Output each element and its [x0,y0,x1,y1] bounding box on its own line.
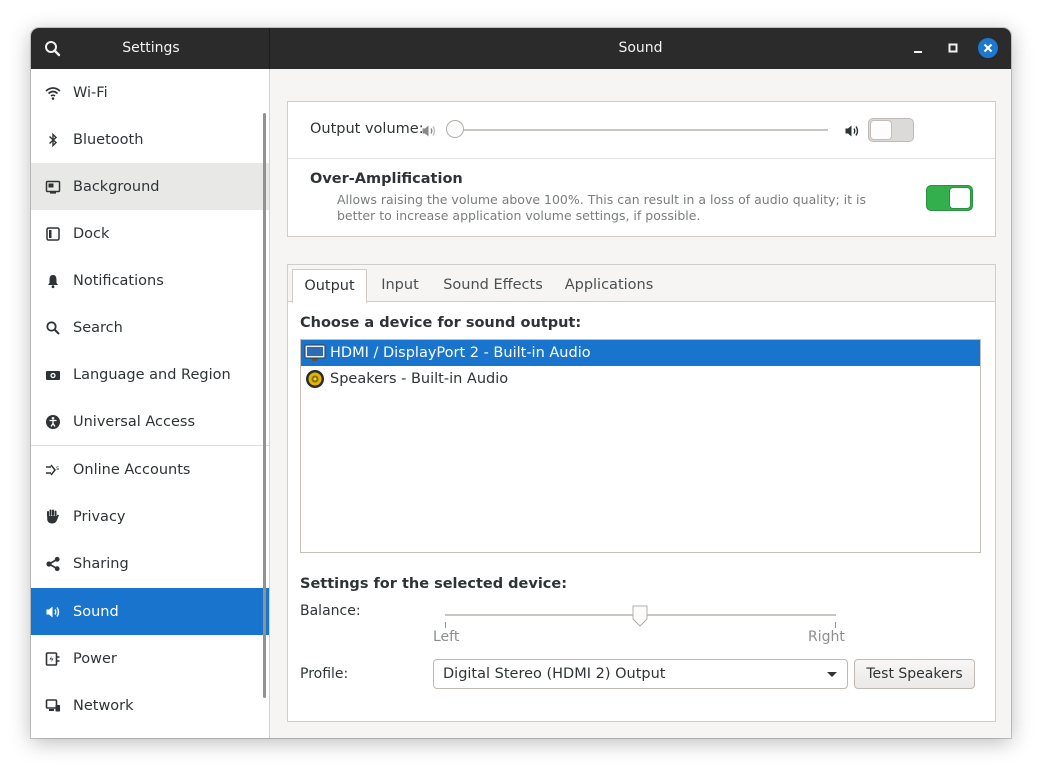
search-icon [44,319,62,337]
sidebar-item-notifications[interactable]: Notifications [31,257,269,304]
bell-icon [44,272,62,290]
online-accounts-icon: s [44,461,62,479]
sidebar-item-background[interactable]: Background [31,163,269,210]
balance-right-label: Right [808,629,845,645]
sidebar-item-label: Universal Access [73,413,196,430]
output-volume-track[interactable] [448,129,828,131]
device-label: HDMI / DisplayPort 2 - Built-in Audio [330,345,591,361]
sidebar-item-search[interactable]: Search [31,304,269,351]
maximize-button[interactable] [943,38,963,58]
output-device-list: HDMI / DisplayPort 2 - Built-in Audio Sp… [300,339,981,553]
sidebar-item-label: Sound [73,603,119,620]
row-separator [288,158,995,159]
test-speakers-button[interactable]: Test Speakers [854,659,975,689]
sidebar-item-label: Bluetooth [73,131,144,148]
sidebar-item-label: Dock [73,225,110,242]
tab-sound-effects[interactable]: Sound Effects [436,269,550,301]
sidebar-item-label: Network [73,697,134,714]
sidebar-item-language-and-region[interactable]: Language and Region [31,351,269,398]
device-row-hdmi[interactable]: HDMI / DisplayPort 2 - Built-in Audio [301,340,980,366]
search-button[interactable] [43,39,63,59]
toggle-knob [949,187,971,209]
profile-label: Profile: [300,666,349,682]
sidebar-title: Settings [122,40,180,56]
svg-text:s: s [56,465,59,472]
sidebar-item-wifi[interactable]: Wi-Fi [31,69,269,116]
minimize-button[interactable] [908,38,928,58]
network-icon [44,697,62,715]
maximize-icon [948,43,958,53]
balance-label: Balance: [300,603,361,619]
hand-icon [44,508,62,526]
sidebar-item-label: Language and Region [73,366,231,383]
sidebar-item-label: Sharing [73,555,129,572]
speaker-icon [44,603,62,621]
device-label: Speakers - Built-in Audio [330,371,509,387]
balance-left-label: Left [433,629,460,645]
output-mute-toggle[interactable] [868,118,914,142]
output-volume-slider[interactable] [446,120,464,138]
output-volume-label: Output volume: [310,121,424,137]
volume-low-icon [421,123,437,143]
sidebar-item-bluetooth[interactable]: Bluetooth [31,116,269,163]
balance-tick-right [835,622,836,628]
speaker-device-icon [304,369,326,389]
sidebar-item-dock[interactable]: Dock [31,210,269,257]
tab-input[interactable]: Input [372,269,428,301]
sidebar-item-sound[interactable]: Sound [31,588,269,635]
chevron-down-icon [827,672,837,677]
sidebar-item-label: Background [73,178,160,195]
sidebar-header: Settings [31,28,270,69]
over-amplification-description: Allows raising the volume above 100%. Th… [337,192,867,223]
camera-icon [44,366,62,384]
volume-frame: Output volume: Over-Amplification Allows… [287,101,996,237]
background-icon [44,178,62,196]
dock-icon [44,225,62,243]
sidebar: Wi-Fi Bluetooth Background Dock Notifica… [31,69,270,738]
toggle-knob [870,120,892,140]
sidebar-item-privacy[interactable]: Privacy [31,493,269,540]
sidebar-item-sharing[interactable]: Sharing [31,540,269,587]
choose-device-title: Choose a device for sound output: [300,315,582,331]
monitor-icon [304,343,326,363]
sidebar-item-label: Notifications [73,272,164,289]
settings-window: Settings Sound Wi-Fi Bluetooth Backgroun… [31,28,1011,738]
sidebar-item-label: Privacy [73,508,126,525]
bluetooth-icon [44,131,62,149]
tab-output[interactable]: Output [292,269,367,303]
tab-applications[interactable]: Applications [558,269,660,301]
profile-value: Digital Stereo (HDMI 2) Output [443,666,666,682]
share-icon [44,555,62,573]
over-amplification-toggle[interactable] [926,185,973,211]
titlebar: Settings Sound [31,28,1011,69]
tab-bar: Output Input Sound Effects Applications [288,265,995,303]
sidebar-item-label: Search [73,319,123,336]
sidebar-item-label: Power [73,650,117,667]
sidebar-item-label: Online Accounts [73,461,191,478]
window-title: Sound [618,40,663,56]
sidebar-item-label: Wi-Fi [73,84,108,101]
sidebar-item-universal-access[interactable]: Universal Access [31,398,269,445]
device-settings-title: Settings for the selected device: [300,576,568,592]
search-icon [45,41,61,57]
sidebar-item-network[interactable]: Network [31,682,269,729]
sidebar-scrollbar[interactable] [263,113,266,698]
balance-slider[interactable] [632,605,648,627]
volume-high-icon [844,123,860,143]
minimize-icon [914,51,922,53]
close-icon [983,43,993,53]
balance-tick-left [445,622,446,628]
device-row-speakers[interactable]: Speakers - Built-in Audio [301,366,980,392]
power-icon [44,650,62,668]
sound-panel: Output volume: Over-Amplification Allows… [270,69,1011,738]
profile-dropdown[interactable]: Digital Stereo (HDMI 2) Output [433,659,848,689]
close-button[interactable] [978,38,998,58]
accessibility-icon [44,413,62,431]
over-amplification-title: Over-Amplification [310,171,463,187]
wifi-icon [44,84,62,102]
sidebar-item-power[interactable]: Power [31,635,269,682]
sidebar-item-online-accounts[interactable]: s Online Accounts [31,446,269,493]
device-frame: Output Input Sound Effects Applications … [287,264,996,722]
